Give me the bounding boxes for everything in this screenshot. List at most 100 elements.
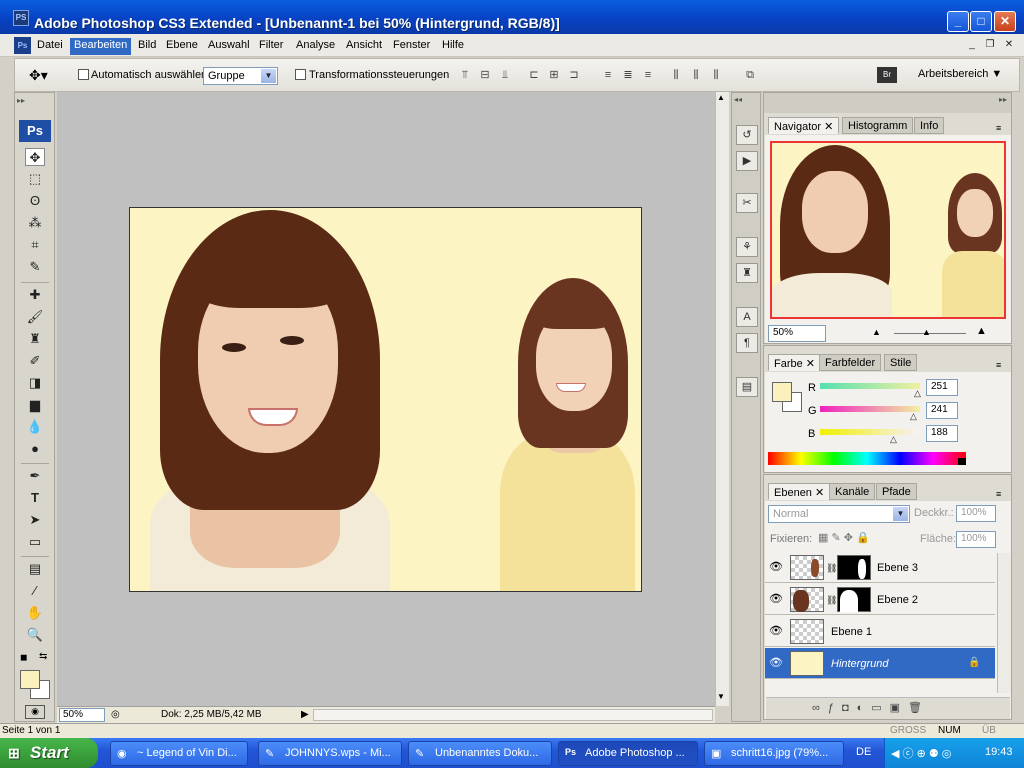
tab-stile[interactable]: Stile	[884, 354, 918, 371]
color-foreground-swatch[interactable]	[772, 382, 792, 402]
hand-tool[interactable]: ✋	[25, 604, 45, 622]
distribute-vcenter-icon[interactable]: ≣	[621, 68, 635, 82]
document-icon[interactable]: Ps	[14, 37, 31, 54]
magic-wand-tool[interactable]: ⁂	[25, 214, 45, 232]
doc-restore-button[interactable]: ❐	[982, 38, 998, 52]
minimize-button[interactable]: _	[947, 11, 969, 32]
move-tool[interactable]: ✥	[25, 148, 45, 166]
tray-icons[interactable]: ◀ ⓒ ⊕ ⚉ ◎	[891, 745, 951, 761]
document-canvas[interactable]	[129, 207, 642, 592]
character-icon[interactable]: A	[736, 307, 758, 327]
tab-pfade[interactable]: Pfade	[876, 483, 917, 500]
foreground-color-swatch[interactable]	[20, 670, 40, 689]
zoom-field[interactable]: 50%	[59, 708, 105, 722]
tab-histogramm[interactable]: Histogramm	[842, 117, 914, 134]
r-value-field[interactable]: 251	[926, 379, 958, 396]
layer-mask-thumbnail[interactable]	[837, 555, 871, 580]
eye-icon[interactable]: 👁	[769, 560, 783, 574]
r-slider-thumb[interactable]: △	[914, 388, 921, 399]
layer-actions-bar[interactable]: ∞ƒ◘◐▭▣🗑	[766, 697, 1010, 719]
actions-icon[interactable]: ▶	[736, 151, 758, 171]
slice-tool[interactable]: ✎	[25, 258, 45, 276]
auto-align-icon[interactable]: ⧉	[743, 68, 757, 82]
notes-tool[interactable]: ▤	[25, 560, 45, 578]
distribute-bottom-icon[interactable]: ≡	[641, 68, 655, 82]
align-hcenter-icon[interactable]: ⊞	[547, 68, 561, 82]
lasso-tool[interactable]: ʘ	[25, 192, 45, 210]
move-tool-preset-icon[interactable]: ✥▾	[29, 67, 48, 84]
zoom-tool[interactable]: 🔍	[25, 626, 45, 644]
auto-select-checkbox[interactable]	[78, 69, 89, 83]
panel-menu-icon[interactable]: ≡	[996, 489, 1001, 499]
bridge-icon[interactable]: Br	[877, 67, 897, 83]
status-arrow-icon[interactable]: ▶	[301, 709, 309, 720]
brushes-icon[interactable]: ⚘	[736, 237, 758, 257]
b-value-field[interactable]: 188	[926, 425, 958, 442]
layer-row-ebene-3[interactable]: 👁 ⛓ Ebene 3	[765, 552, 995, 583]
tab-ebenen[interactable]: Ebenen ✕	[768, 483, 831, 500]
auto-select-dropdown[interactable]: Gruppe ▼	[203, 67, 278, 85]
layer-row-hintergrund[interactable]: 👁 Hintergrund 🔒	[765, 648, 995, 679]
panel-collapse-icon[interactable]: ▸▸	[17, 96, 25, 105]
doc-close-button[interactable]: ✕	[1001, 38, 1017, 52]
type-tool[interactable]: T	[25, 489, 45, 507]
b-slider-thumb[interactable]: △	[890, 434, 897, 445]
menu-analyse[interactable]: Analyse	[292, 38, 339, 55]
tab-info[interactable]: Info	[914, 117, 945, 134]
zoom-slider-thumb[interactable]: ▲	[922, 327, 931, 337]
eye-icon[interactable]: 👁	[769, 592, 783, 606]
task-photoshop[interactable]: Ps Adobe Photoshop ...	[558, 741, 698, 766]
start-button[interactable]: ⊞ Start	[0, 738, 98, 768]
lock-icons[interactable]: ▦ ✎ ✥ 🔒	[818, 531, 870, 544]
panel-menu-icon[interactable]: ≡	[996, 360, 1001, 370]
horizontal-scrollbar[interactable]	[313, 709, 713, 721]
menu-ebene[interactable]: Ebene	[162, 38, 202, 55]
tool-presets-icon[interactable]: ✂	[736, 193, 758, 213]
distribute-left-icon[interactable]: ⫼	[669, 68, 683, 82]
default-colors-icon[interactable]: ◼	[20, 652, 27, 663]
marquee-tool[interactable]: ⬚	[25, 170, 45, 188]
tab-farbfelder[interactable]: Farbfelder	[819, 354, 882, 371]
app-icon[interactable]: PS	[13, 10, 29, 26]
paragraph-icon[interactable]: ¶	[736, 333, 758, 353]
eyedropper-tool[interactable]: ⁄	[25, 582, 45, 600]
link-icon[interactable]: ⛓	[826, 595, 837, 606]
menu-datei[interactable]: Datei	[33, 38, 67, 55]
history-icon[interactable]: ↺	[736, 125, 758, 145]
panel-collapse-icon[interactable]: ▸▸	[999, 95, 1007, 104]
language-indicator[interactable]: DE	[856, 746, 871, 758]
eye-icon[interactable]: 👁	[769, 624, 783, 638]
distribute-top-icon[interactable]: ≡	[601, 68, 615, 82]
distribute-right-icon[interactable]: ⫼	[709, 68, 723, 82]
blur-tool[interactable]: 💧	[25, 418, 45, 436]
layer-row-ebene-2[interactable]: 👁 ⛓ Ebene 2	[765, 584, 995, 615]
tab-farbe[interactable]: Farbe ✕	[768, 354, 822, 371]
link-icon[interactable]: ⛓	[826, 563, 837, 574]
navigator-preview[interactable]	[770, 141, 1006, 319]
doc-minimize-button[interactable]: _	[964, 38, 980, 52]
brush-tool[interactable]: 🖌	[25, 308, 45, 326]
g-slider-thumb[interactable]: △	[910, 411, 917, 422]
align-right-icon[interactable]: ⊐	[567, 68, 581, 82]
color-ramp-black[interactable]	[958, 458, 966, 465]
task-unbenannt[interactable]: ✎ Unbenanntes Doku...	[408, 741, 552, 766]
b-slider[interactable]	[820, 429, 920, 435]
swap-colors-icon[interactable]: ⇆	[39, 651, 47, 662]
align-bottom-icon[interactable]: ⫫	[498, 68, 512, 82]
path-selection-tool[interactable]: ➤	[25, 511, 45, 529]
dock-collapse-icon[interactable]: ◂◂	[734, 95, 742, 104]
menu-filter[interactable]: Filter	[255, 38, 287, 55]
history-brush-tool[interactable]: ✐	[25, 352, 45, 370]
r-slider[interactable]	[820, 383, 920, 389]
navigator-zoom-field[interactable]: 50%	[768, 325, 826, 342]
menu-bild[interactable]: Bild	[134, 38, 160, 55]
align-top-icon[interactable]: ⫪	[458, 68, 472, 82]
gradient-tool[interactable]: ▆	[25, 396, 45, 414]
clone-source-icon[interactable]: ♜	[736, 263, 758, 283]
zoom-in-icon[interactable]: ▲	[976, 325, 987, 337]
eraser-tool[interactable]: ◨	[25, 374, 45, 392]
menu-bearbeiten[interactable]: Bearbeiten	[70, 38, 132, 55]
pen-tool[interactable]: ✒	[25, 467, 45, 485]
transform-checkbox[interactable]	[295, 69, 306, 83]
workspace-menu[interactable]: Arbeitsbereich ▼	[918, 68, 1002, 80]
